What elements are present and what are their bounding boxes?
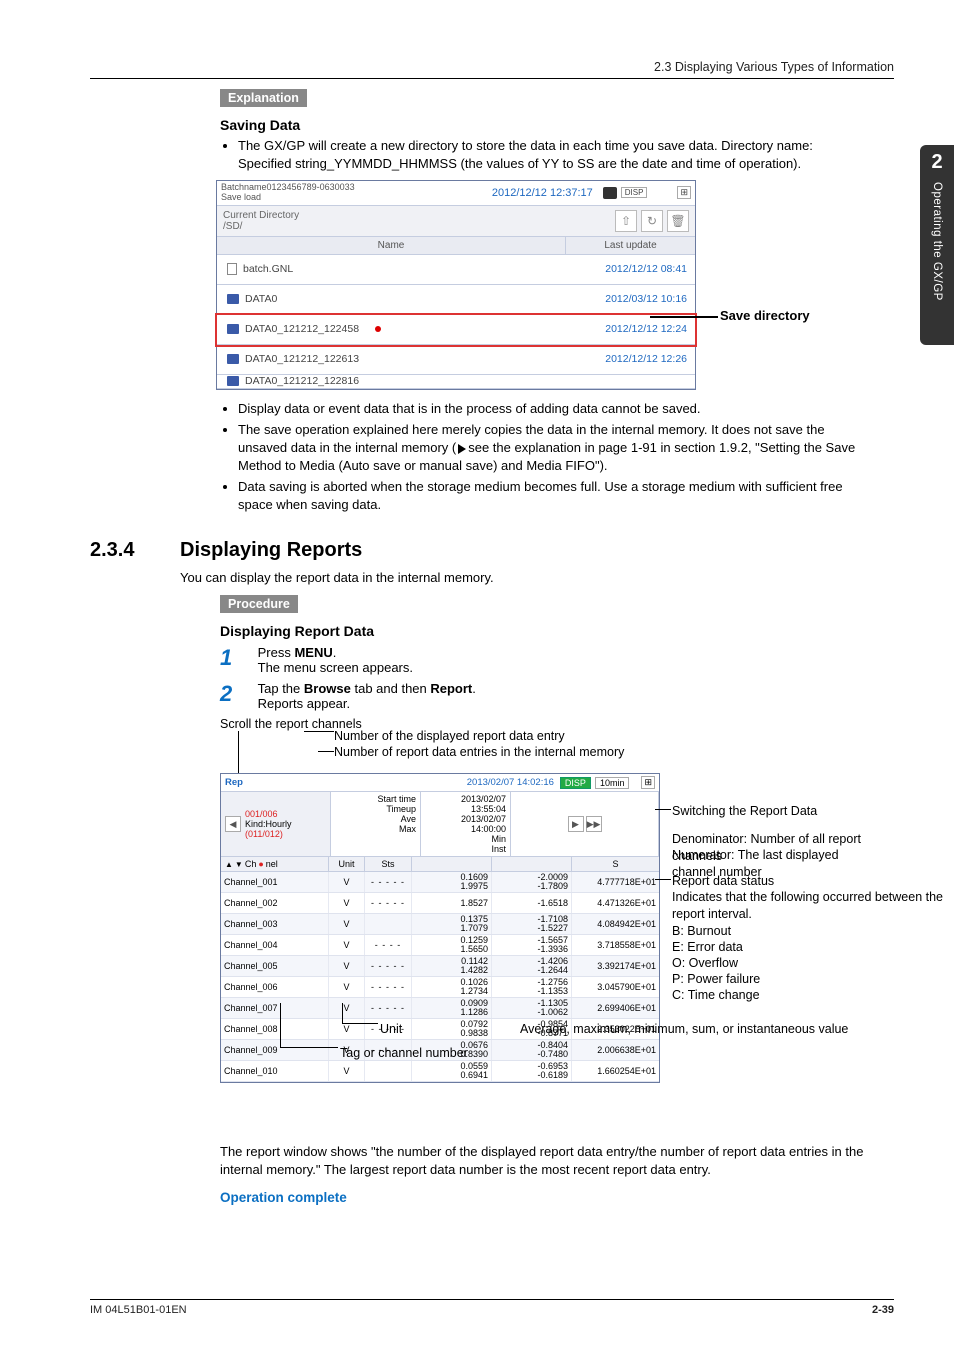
saving-data-heading: Saving Data (220, 117, 866, 133)
curdir-path: /SD/ (223, 221, 611, 232)
report-row: Channel_006V- - - - -0.10261.2734-1.2756… (221, 977, 659, 998)
refresh-button[interactable]: ↻ (641, 210, 663, 232)
disp-tag-icon: DISP (621, 187, 648, 198)
annot-num-disp: Number of the displayed report data entr… (334, 729, 565, 743)
annot-num-entries: Number of report data entries in the int… (334, 745, 624, 759)
col-sts: Sts (364, 857, 411, 871)
footer-page-number: 2-39 (872, 1304, 894, 1316)
left-arrow-button[interactable]: ◀ (225, 816, 241, 832)
file-row-highlighted[interactable]: DATA0_121212_122458 2012/12/12 12:24 (217, 315, 695, 345)
annot-o: O: Overflow (672, 955, 738, 972)
channel-frac: (011/012) (245, 829, 326, 839)
disp-badge: DISP (560, 777, 591, 789)
report-label: Rep (225, 777, 243, 788)
chapter-side-tab: 2 Operating the GX/GP (920, 145, 954, 345)
operation-complete: Operation complete (220, 1190, 866, 1205)
annot-status-s: Indicates that the following occurred be… (672, 889, 952, 923)
folder-icon (227, 324, 239, 334)
report-row: Channel_002V- - - - -1.8527-1.65184.4713… (221, 893, 659, 914)
curdir-label: Current Directory (223, 210, 611, 221)
up-dir-button[interactable]: ⇧ (615, 210, 637, 232)
sd-icon: ⊞ (677, 186, 691, 199)
procedure-label: Procedure (220, 595, 298, 613)
screenshot-file-list: Batchname0123456789-0630033 Save load 20… (216, 180, 696, 390)
annot-c: C: Time change (672, 987, 760, 1004)
play-button[interactable]: ▶ (568, 816, 584, 832)
col-sum: S (571, 857, 659, 871)
file-icon (227, 263, 237, 275)
explanation-label: Explanation (220, 89, 307, 107)
report-row: Channel_007V- - - - -0.09091.1286-1.1305… (221, 998, 659, 1019)
annot-p: P: Power failure (672, 971, 760, 988)
down-icon: ▼ (235, 860, 243, 869)
report-index: 001/006 (245, 809, 326, 819)
file-row[interactable]: batch.GNL 2012/12/12 08:41 (217, 255, 695, 285)
section-title: Displaying Reports (180, 539, 362, 562)
annot-avg: Average, maximum, minimum, sum, or insta… (520, 1021, 848, 1038)
triangle-icon (458, 444, 466, 454)
folder-icon (227, 354, 239, 364)
bullet-save-3: The save operation explained here merely… (238, 421, 866, 474)
col-unit: Unit (328, 857, 364, 871)
step-2-sub: Reports appear. (258, 696, 351, 711)
report-kind: Kind:Hourly (245, 819, 326, 829)
folder-icon (227, 294, 239, 304)
bullet-save-1: The GX/GP will create a new directory to… (238, 137, 866, 172)
file-row[interactable]: DATA0_121212_122816 (217, 375, 695, 389)
section-intro: You can display the report data in the i… (180, 570, 894, 585)
annot-status-t: Report data status (672, 873, 774, 890)
step-1-number: 1 (220, 645, 254, 671)
procedure-subtitle: Displaying Report Data (220, 623, 866, 639)
shot1-timestamp: 2012/12/12 12:37:17 (492, 187, 593, 199)
up-icon: ▲ (225, 860, 233, 869)
report-row: Channel_003V0.13751.7079-1.7108-1.52274.… (221, 914, 659, 935)
folder-icon (227, 376, 239, 386)
delete-button[interactable]: 🗑 (667, 210, 689, 232)
save-directory-callout: Save directory (720, 308, 810, 323)
step-2-number: 2 (220, 681, 254, 707)
chapter-number: 2 (920, 151, 954, 174)
record-icon (603, 187, 617, 199)
section-number: 2.3.4 (90, 539, 180, 562)
report-row: Channel_005V- - - - -0.11421.4282-1.4206… (221, 956, 659, 977)
report-row: Channel_010V0.05590.6941-0.6953-0.61891.… (221, 1061, 659, 1082)
file-row[interactable]: DATA0 2012/03/12 10:16 (217, 285, 695, 315)
page-breadcrumb: 2.3 Displaying Various Types of Informat… (90, 60, 894, 79)
step-1-sub: The menu screen appears. (258, 660, 413, 675)
report-timestamp: 2013/02/07 14:02:16 (467, 777, 554, 788)
shot1-topline1: Batchname0123456789-0630033 (221, 183, 492, 193)
report-window-para: The report window shows "the number of t… (220, 1143, 866, 1178)
shot1-topline2: Save load (221, 193, 492, 203)
annot-switch: Switching the Report Data (672, 803, 817, 820)
bullet-save-2: Display data or event data that is in th… (238, 400, 866, 418)
col-last-update: Last update (565, 237, 695, 254)
annot-tag: Tag or channel number (340, 1045, 468, 1062)
report-row: Channel_004V- - - -0.12591.5650-1.5657-1… (221, 935, 659, 956)
annot-e: E: Error data (672, 939, 743, 956)
col-name: Name (217, 237, 565, 254)
interval-badge: 10min (595, 777, 630, 789)
report-row: Channel_001V- - - - -0.16091.9975-2.0009… (221, 872, 659, 893)
annot-unit: Unit (380, 1021, 402, 1038)
bullet-save-4: Data saving is aborted when the storage … (238, 478, 866, 513)
sd-icon: ⊞ (641, 776, 655, 789)
file-row[interactable]: DATA0_121212_122613 2012/12/12 12:26 (217, 345, 695, 375)
annot-b: B: Burnout (672, 923, 731, 940)
footer-left: IM 04L51B01-01EN (90, 1304, 187, 1316)
fast-fwd-button[interactable]: ▶▶ (586, 816, 602, 832)
chapter-title: Operating the GX/GP (931, 182, 943, 301)
